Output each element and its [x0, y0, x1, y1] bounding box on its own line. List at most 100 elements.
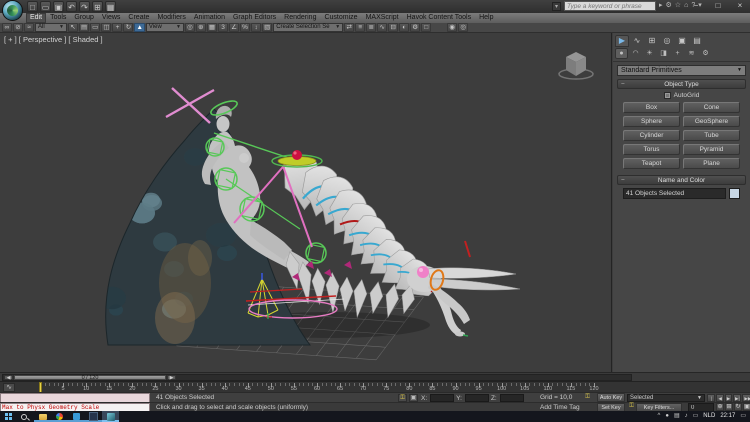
autogrid-checkbox[interactable] [664, 92, 671, 99]
selection-set-dropdown[interactable]: Selected ▼ [627, 394, 705, 402]
create-teapot-button[interactable]: Teapot [623, 158, 680, 169]
tab-utilities[interactable]: ▤ [690, 35, 704, 47]
subtab-shapes[interactable]: ◠ [629, 48, 642, 59]
go-to-start-button[interactable]: |◀ [707, 394, 715, 402]
sign-in-icon[interactable]: ▸ [659, 1, 663, 11]
taskbar-app-dark[interactable] [85, 411, 102, 422]
create-tube-button[interactable]: Tube [683, 130, 740, 141]
menu-customize[interactable]: Customize [320, 13, 361, 23]
angle-snap-toggle-button[interactable]: ∠ [229, 23, 239, 32]
tray-tray-folder[interactable]: ▤ [674, 411, 680, 422]
select-and-move-button[interactable]: + [112, 23, 122, 32]
create-cone-button[interactable]: Cone [683, 102, 740, 113]
workspace-switcher-icon[interactable]: ▦ [105, 1, 116, 12]
schematic-view-button[interactable]: ⊟ [388, 23, 398, 32]
manage-layers-button[interactable]: ≣ [366, 23, 376, 32]
zoom-button[interactable]: ⊕ [716, 403, 724, 411]
viewport-label[interactable]: [ + ] [ Perspective ] [ Shaded ] [4, 35, 103, 44]
tab-display[interactable]: ▣ [675, 35, 689, 47]
redo-icon[interactable]: ↷ [79, 1, 90, 12]
minimize-button[interactable]: − [690, 0, 702, 12]
object-color-swatch[interactable] [729, 188, 740, 199]
selection-filter-dropdown[interactable]: All▼ [35, 23, 67, 32]
select-and-manipulate-button[interactable]: ⊕ [196, 23, 206, 32]
use-pivot-point-center-button[interactable]: ◎ [185, 23, 195, 32]
taskbar-3ds-max[interactable] [102, 411, 119, 422]
time-slider-track[interactable]: 0 / 120 ◀ ▶ [2, 374, 632, 381]
named-selection-sets-dropdown[interactable]: Create Selection Se▼ [273, 23, 343, 32]
select-and-scale-button[interactable]: ▲ [134, 23, 144, 32]
viewport-canvas[interactable]: [ + ] [ Perspective ] [ Shaded ] [0, 33, 612, 372]
select-object-button[interactable]: ↖ [68, 23, 78, 32]
menu-rendering[interactable]: Rendering [280, 13, 320, 23]
next-frame-button[interactable]: ▶| [733, 394, 741, 402]
previous-frame-arrow[interactable]: ◀ [4, 375, 13, 380]
render-production-button[interactable]: ◉ [447, 23, 457, 32]
subtab-cameras[interactable]: ◨ [657, 48, 670, 59]
close-button[interactable]: × [734, 0, 746, 12]
create-geosphere-button[interactable]: GeoSphere [683, 116, 740, 127]
category-dropdown[interactable]: Standard Primitives ▼ [617, 65, 746, 76]
menu-help[interactable]: Help [475, 13, 497, 23]
viewcube[interactable] [559, 52, 593, 79]
material-editor-button[interactable]: ◐ [399, 23, 409, 32]
window-crossing-toggle-button[interactable]: ◫ [101, 23, 111, 32]
align-button[interactable]: ≡ [355, 23, 365, 32]
orbit-button[interactable]: ↻ [734, 403, 742, 411]
tab-modify[interactable]: ∿ [630, 35, 644, 47]
menu-animation[interactable]: Animation [190, 13, 229, 23]
language-indicator[interactable]: NLD [703, 411, 715, 422]
rendered-frame-window-button[interactable]: □ [421, 23, 431, 32]
track-bar[interactable]: ∿ 51015202530354045505560657075808590951… [0, 381, 750, 392]
select-and-rotate-button[interactable]: ↻ [123, 23, 133, 32]
auto-key-button[interactable]: Auto Key [597, 393, 625, 402]
selection-lock-icon[interactable]: ⚿ [398, 394, 407, 402]
taskbar-app-blue[interactable] [68, 411, 85, 422]
next-frame-arrow[interactable]: ▶ [167, 375, 176, 380]
tray-tray-display[interactable]: ▭ [693, 411, 699, 422]
snaps-toggle-3d-button[interactable]: 3 [218, 23, 228, 32]
menu-edit[interactable]: Edit [26, 13, 46, 23]
go-to-end-button[interactable]: ▶▶ [742, 394, 750, 402]
curve-editor-button[interactable]: ∿ [377, 23, 387, 32]
menu-maxscript[interactable]: MAXScript [362, 13, 403, 23]
taskbar-search[interactable] [17, 411, 34, 422]
tray-tray-volume[interactable]: ♪ [685, 411, 688, 422]
create-torus-button[interactable]: Torus [623, 144, 680, 155]
tab-create[interactable]: ▶ [615, 35, 629, 47]
subtab-space-warps[interactable]: ≋ [685, 48, 698, 59]
object-type-rollout-header[interactable]: − Object Type [617, 79, 746, 89]
home-icon[interactable]: ⌂ [684, 1, 688, 11]
clock[interactable]: 22:17 [720, 411, 735, 422]
tray-hidden-icons[interactable]: ^ [658, 411, 661, 422]
rectangular-selection-region-button[interactable]: ▭ [90, 23, 100, 32]
menu-havok-content-tools[interactable]: Havok Content Tools [403, 13, 475, 23]
create-box-button[interactable]: Box [623, 102, 680, 113]
menu-create[interactable]: Create [124, 13, 153, 23]
subtab-systems[interactable]: ⚙ [699, 48, 712, 59]
tray-tray-app-1[interactable]: ● [665, 411, 669, 422]
spinner-snap-toggle-button[interactable]: ↕ [251, 23, 261, 32]
new-scene-icon[interactable]: □ [27, 1, 38, 12]
favorites-icon[interactable]: ☆ [675, 1, 681, 11]
bind-to-space-warp-button[interactable]: ≈ [24, 23, 34, 32]
save-file-icon[interactable]: ▣ [53, 1, 64, 12]
wrench-icon[interactable]: ⚙ [666, 1, 672, 11]
edit-named-selection-sets-button[interactable]: ▧ [262, 23, 272, 32]
zoom-extents-all-button[interactable]: ⊞ [725, 403, 733, 411]
maximize-viewport-toggle-button[interactable]: ▣ [743, 403, 750, 411]
menu-modifiers[interactable]: Modifiers [153, 13, 189, 23]
y-coordinate-field[interactable] [465, 394, 489, 402]
application-menu-button[interactable] [2, 0, 23, 21]
action-center-icon[interactable]: ▭ [740, 411, 746, 422]
subtab-lights[interactable]: ☀ [643, 48, 656, 59]
object-name-field[interactable] [623, 188, 726, 199]
render-setup-button[interactable]: ⚙ [410, 23, 420, 32]
create-pyramid-button[interactable]: Pyramid [683, 144, 740, 155]
previous-frame-button[interactable]: ◀ [716, 394, 723, 402]
subtab-geometry[interactable]: ● [615, 48, 628, 59]
mirror-button[interactable]: ⇄ [344, 23, 354, 32]
time-slider-handle[interactable]: 0 / 120 [14, 375, 166, 380]
reference-coordinate-system-dropdown[interactable]: View▼ [146, 23, 184, 32]
percent-snap-toggle-button[interactable]: % [240, 23, 250, 32]
